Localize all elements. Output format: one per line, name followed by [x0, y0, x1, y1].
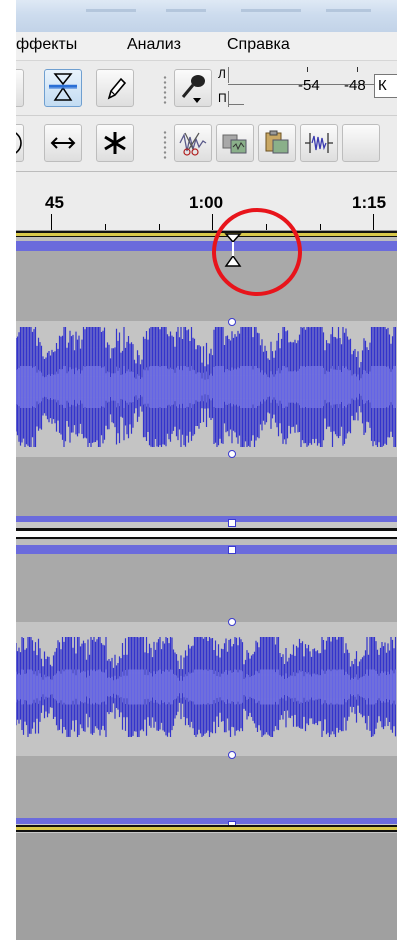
- left-channel-label: Л: [218, 67, 226, 81]
- pencil-tool-button[interactable]: [96, 69, 134, 107]
- pencil-tool-icon: [107, 77, 127, 100]
- waveform: [16, 637, 397, 737]
- time-shift-tool-button[interactable]: [44, 124, 82, 162]
- multi-tool-icon: [104, 132, 126, 154]
- trim-audio-button[interactable]: [300, 124, 338, 162]
- waveform-rms: [16, 366, 397, 408]
- edit-toolbar: [16, 116, 397, 172]
- record-meter-button[interactable]: [174, 69, 212, 107]
- ruler-label: 1:00: [189, 193, 224, 212]
- copy-button[interactable]: [216, 124, 254, 162]
- envelope-control-point[interactable]: [228, 546, 236, 554]
- envelope-control-point[interactable]: [228, 318, 236, 326]
- toolbar-grip[interactable]: [162, 130, 168, 160]
- zoom-tool-button[interactable]: [16, 124, 24, 162]
- envelope-control-point[interactable]: [228, 618, 236, 626]
- silence-selection-button[interactable]: [342, 124, 380, 162]
- paste-icon: [265, 130, 289, 154]
- tools-toolbar: Л П -54 -48 К: [16, 61, 397, 116]
- ruler-label: 1:15: [352, 193, 387, 212]
- multi-tool-button[interactable]: [96, 124, 134, 162]
- waveform: [16, 327, 397, 447]
- silence-audio-button[interactable]: [174, 124, 212, 162]
- envelope-control-point[interactable]: [228, 450, 236, 458]
- meter-scale-label: -54: [298, 77, 320, 94]
- audacity-window: ффекты Анализ Справка Л П -54 -48 К 45 1…: [16, 0, 397, 940]
- envelope-tool-icon: [49, 73, 77, 101]
- time-shift-tool-icon: [50, 137, 76, 149]
- silence-audio-icon: [179, 132, 207, 156]
- menu-bar: ффекты Анализ Справка: [16, 32, 397, 61]
- trim-audio-icon: [305, 133, 333, 153]
- timeline-ruler[interactable]: 45 1:00 1:15: [16, 172, 397, 231]
- audio-track-2[interactable]: [16, 539, 397, 829]
- click-to-monitor-label: К: [378, 77, 387, 94]
- click-to-monitor-box[interactable]: К: [374, 74, 397, 98]
- selection-tool-button[interactable]: [16, 69, 24, 107]
- waveform-rms: [16, 669, 397, 705]
- envelope-control-point[interactable]: [228, 519, 236, 527]
- ruler-label: 45: [45, 193, 64, 212]
- zoom-icon: [16, 132, 22, 154]
- copy-icon: [222, 134, 247, 154]
- empty-track-area[interactable]: [16, 833, 397, 940]
- menu-effects[interactable]: ффекты: [16, 36, 77, 54]
- audio-track-1[interactable]: [16, 237, 397, 527]
- envelope-control-point[interactable]: [228, 751, 236, 759]
- toolbar-grip[interactable]: [162, 75, 168, 105]
- microphone-icon: [181, 75, 205, 103]
- meter-scale-label: -48: [344, 77, 366, 94]
- right-channel-label: П: [218, 91, 227, 105]
- envelope-tool-button[interactable]: [44, 69, 82, 107]
- paste-button[interactable]: [258, 124, 296, 162]
- title-bar: [16, 0, 397, 32]
- highlight-circle: [212, 208, 302, 296]
- menu-analyze[interactable]: Анализ: [127, 36, 181, 54]
- menu-help[interactable]: Справка: [227, 36, 290, 54]
